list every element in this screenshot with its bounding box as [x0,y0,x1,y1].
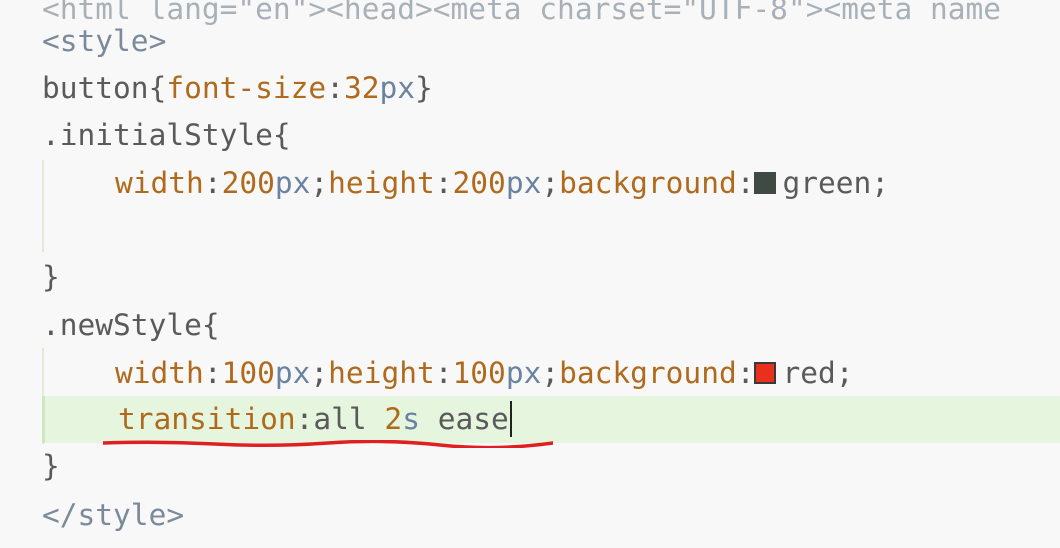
transition-property: transition [118,402,296,436]
style-open-tag: <style> [42,24,167,58]
transition-declaration: transition:all 2s ease [118,396,512,443]
semicolon: ; [541,356,560,390]
open-brace: { [201,308,220,342]
initial-style-selector-line: .initialStyle{ [42,112,291,159]
semicolon: ; [871,166,890,200]
semicolon: ; [310,166,329,200]
new-style-selector-line: .newStyle{ [42,302,220,349]
semicolon: ; [835,356,854,390]
colon: : [295,402,314,436]
close-brace: } [415,71,433,105]
height-property: height [328,356,435,390]
button-selector: button [42,71,149,105]
code-line-transition-current[interactable]: transition:all 2s ease [42,396,1060,443]
background-property: background [559,356,737,390]
close-brace: } [42,260,60,294]
height-property: height [328,166,435,200]
height-number: 200 [452,166,506,200]
background-property: background [559,166,737,200]
width-unit: px [274,166,311,200]
font-size-unit: px [379,71,416,105]
text-cursor [509,401,512,437]
code-editor[interactable]: <html lang="en"><head><meta charset="UTF… [0,0,1060,548]
code-line-initial-declarations[interactable]: width:200px;height:200px;background: gree… [0,160,1060,207]
height-unit: px [505,166,542,200]
open-brace: { [272,118,291,152]
height-number: 100 [452,356,506,390]
initial-declarations: width:200px;height:200px;background: gree… [115,160,889,207]
semicolon: ; [541,166,560,200]
transition-value-ease: ease [419,402,509,436]
transition-value-all: all [313,402,385,436]
colon: : [736,356,755,390]
red-color-swatch-icon[interactable] [754,362,777,384]
code-line-button-rule[interactable]: button{font-size:32px} [0,65,1060,112]
width-number: 200 [221,166,275,200]
code-line-initial-selector[interactable]: .initialStyle{ [0,112,1060,159]
code-line-style-open[interactable]: <style> [0,18,1060,65]
semicolon: ; [310,356,329,390]
font-size-number: 32 [343,71,380,105]
background-value: green [782,166,872,200]
width-unit: px [274,356,311,390]
green-color-swatch-icon[interactable] [754,172,777,194]
code-line-new-selector[interactable]: .newStyle{ [0,302,1060,349]
initial-style-selector: .initialStyle [42,118,273,152]
background-value: red [782,356,836,390]
colon: : [736,166,755,200]
colon: : [203,356,222,390]
code-line-new-close[interactable]: } [0,443,1060,490]
colon: : [434,166,453,200]
button-rule: button{font-size:32px} [42,65,433,112]
font-size-property: font-size [166,71,327,105]
new-style-selector: .newStyle [42,308,202,342]
height-unit: px [505,356,542,390]
colon: : [203,166,222,200]
width-property: width [115,356,204,390]
code-line-style-close[interactable]: </style> [0,492,1060,539]
colon: : [434,356,453,390]
code-line-new-declarations[interactable]: width:100px;height:100px;background: red; [0,350,1060,397]
colon: : [326,71,344,105]
new-declarations: width:100px;height:100px;background: red; [115,350,854,397]
transition-duration-unit: s [402,402,420,436]
transition-duration-number: 2 [384,402,403,436]
open-brace: { [148,71,167,105]
width-property: width [115,166,204,200]
style-close-tag: </style> [42,498,185,532]
width-number: 100 [221,356,275,390]
close-brace: } [42,449,60,483]
code-line-initial-close[interactable]: } [0,254,1060,301]
